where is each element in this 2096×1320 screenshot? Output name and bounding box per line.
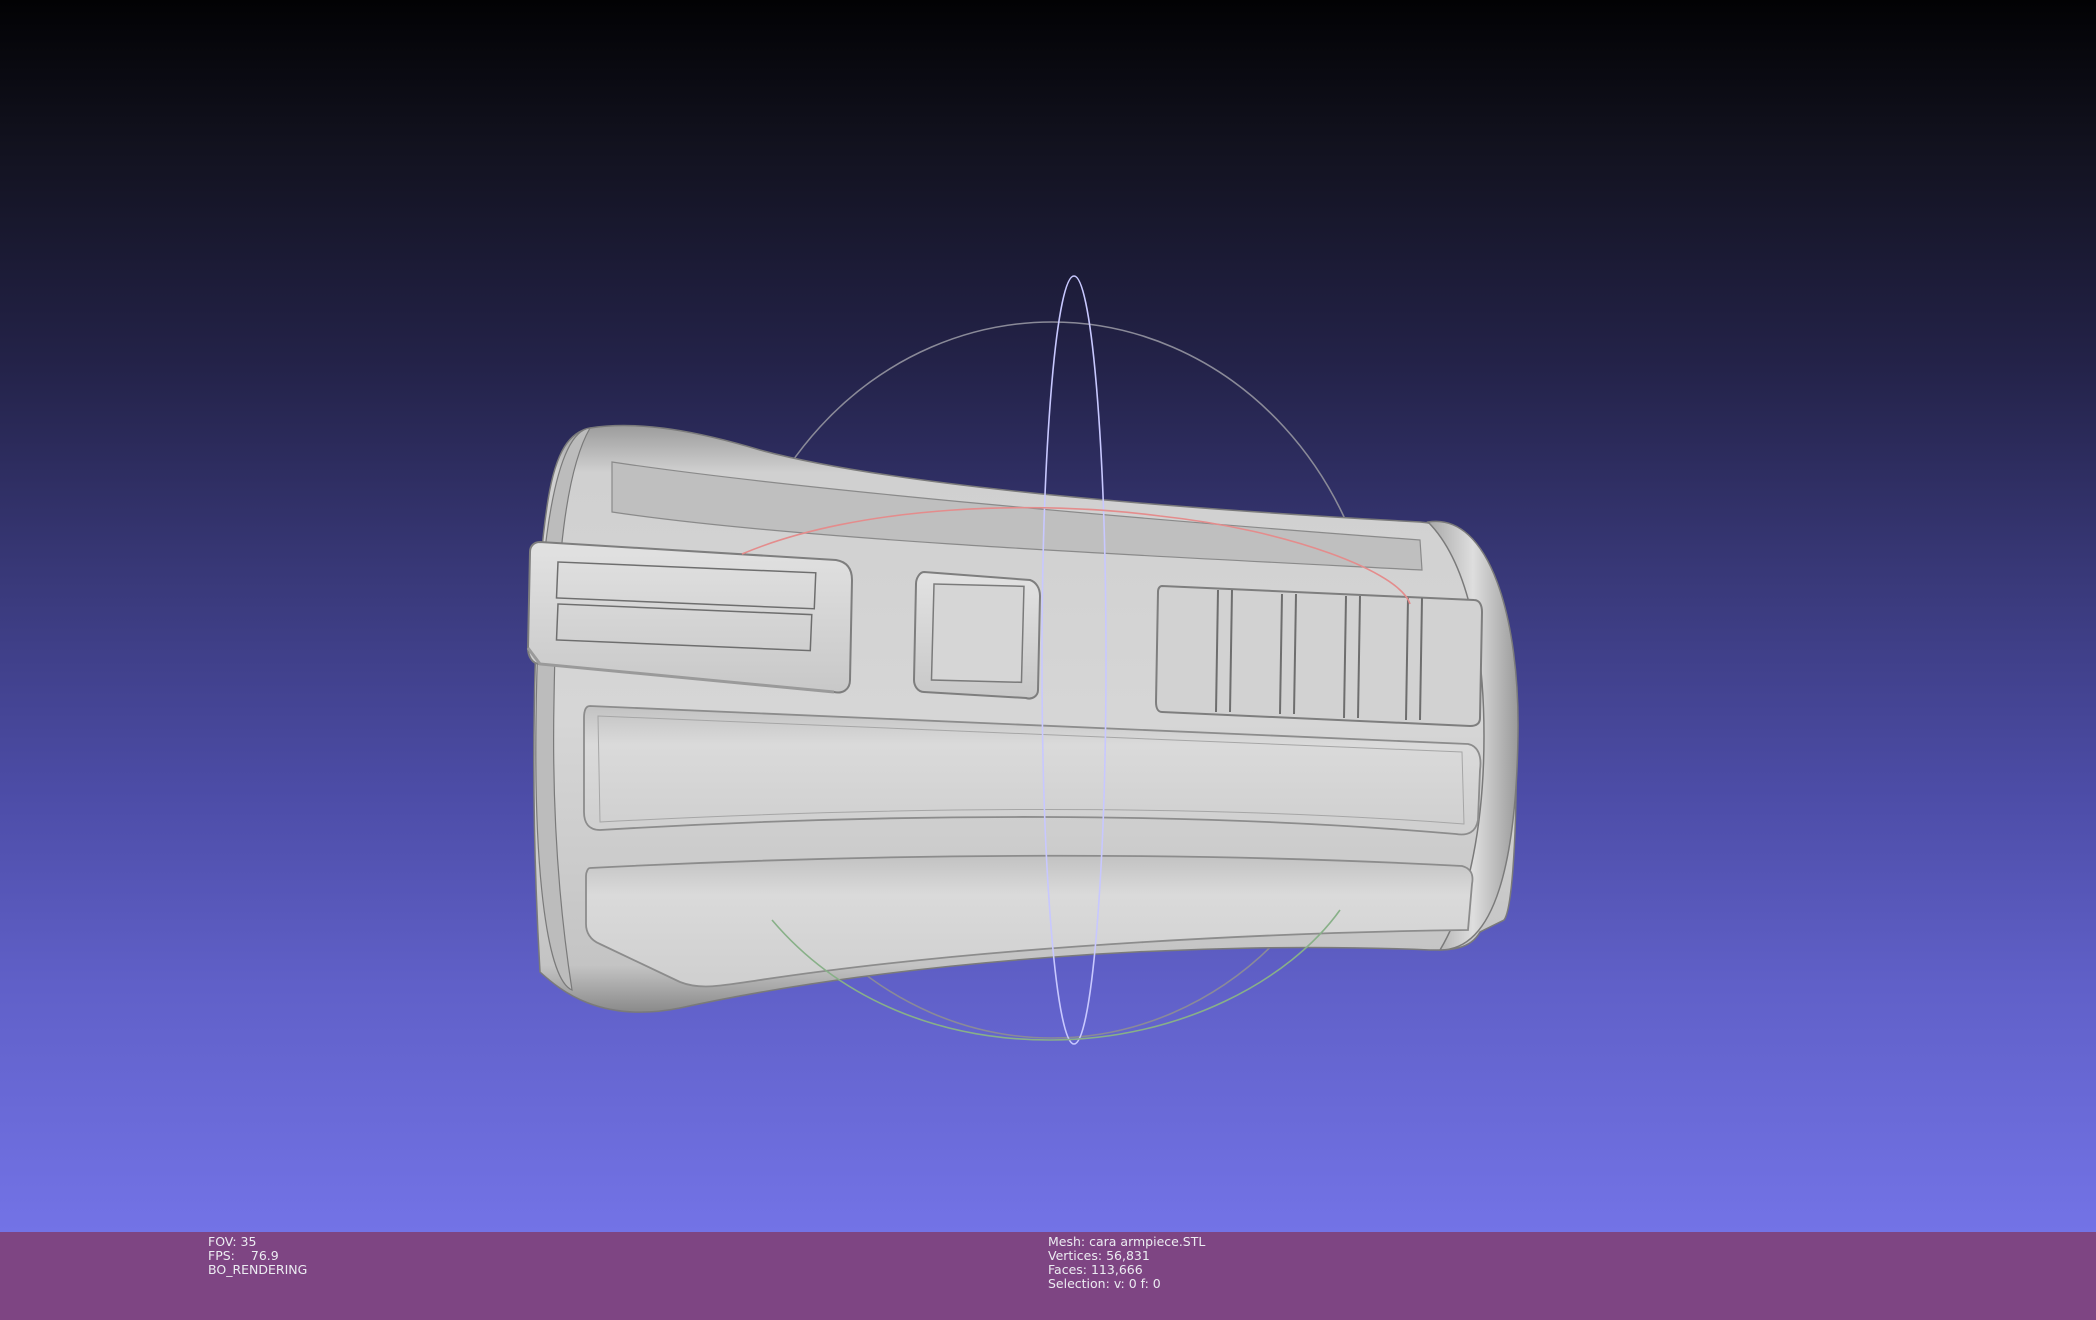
vertices-value: 56,831 bbox=[1106, 1248, 1150, 1263]
fov-value: 35 bbox=[240, 1234, 257, 1249]
fps-readout: FPS: 76.9 bbox=[208, 1249, 307, 1263]
3d-viewport[interactable] bbox=[0, 0, 2096, 1232]
selection-readout: Selection: v: 0 f: 0 bbox=[1048, 1277, 1205, 1291]
scene-canvas[interactable] bbox=[0, 0, 2096, 1232]
render-info: FOV: 35 FPS: 76.9 BO_RENDERING bbox=[208, 1235, 307, 1277]
faces-value: 113,666 bbox=[1090, 1262, 1143, 1277]
fov-readout: FOV: 35 bbox=[208, 1235, 307, 1249]
mesh-name-readout: Mesh: cara armpiece.STL bbox=[1048, 1235, 1205, 1249]
faces-label: Faces: bbox=[1048, 1262, 1087, 1277]
selection-value: v: 0 f: 0 bbox=[1113, 1276, 1161, 1291]
vertices-label: Vertices: bbox=[1048, 1248, 1103, 1263]
mesh-info: Mesh: cara armpiece.STL Vertices: 56,831… bbox=[1048, 1235, 1205, 1291]
mesh-label: Mesh: bbox=[1048, 1234, 1086, 1249]
fov-label: FOV: bbox=[208, 1234, 237, 1249]
meshlab-window: FOV: 35 FPS: 76.9 BO_RENDERING Mesh: cara… bbox=[0, 0, 2096, 1320]
mesh-value: cara armpiece.STL bbox=[1089, 1234, 1206, 1249]
faces-readout: Faces: 113,666 bbox=[1048, 1263, 1205, 1277]
fps-label: FPS: bbox=[208, 1248, 235, 1263]
vertices-readout: Vertices: 56,831 bbox=[1048, 1249, 1205, 1263]
fps-value: 76.9 bbox=[250, 1248, 279, 1263]
info-bar: FOV: 35 FPS: 76.9 BO_RENDERING Mesh: cara… bbox=[0, 1232, 2096, 1320]
center-square-inner bbox=[930, 583, 1025, 684]
selection-label: Selection: bbox=[1048, 1276, 1110, 1291]
render-mode: BO_RENDERING bbox=[208, 1262, 308, 1277]
mesh-armpiece bbox=[526, 424, 1519, 1013]
